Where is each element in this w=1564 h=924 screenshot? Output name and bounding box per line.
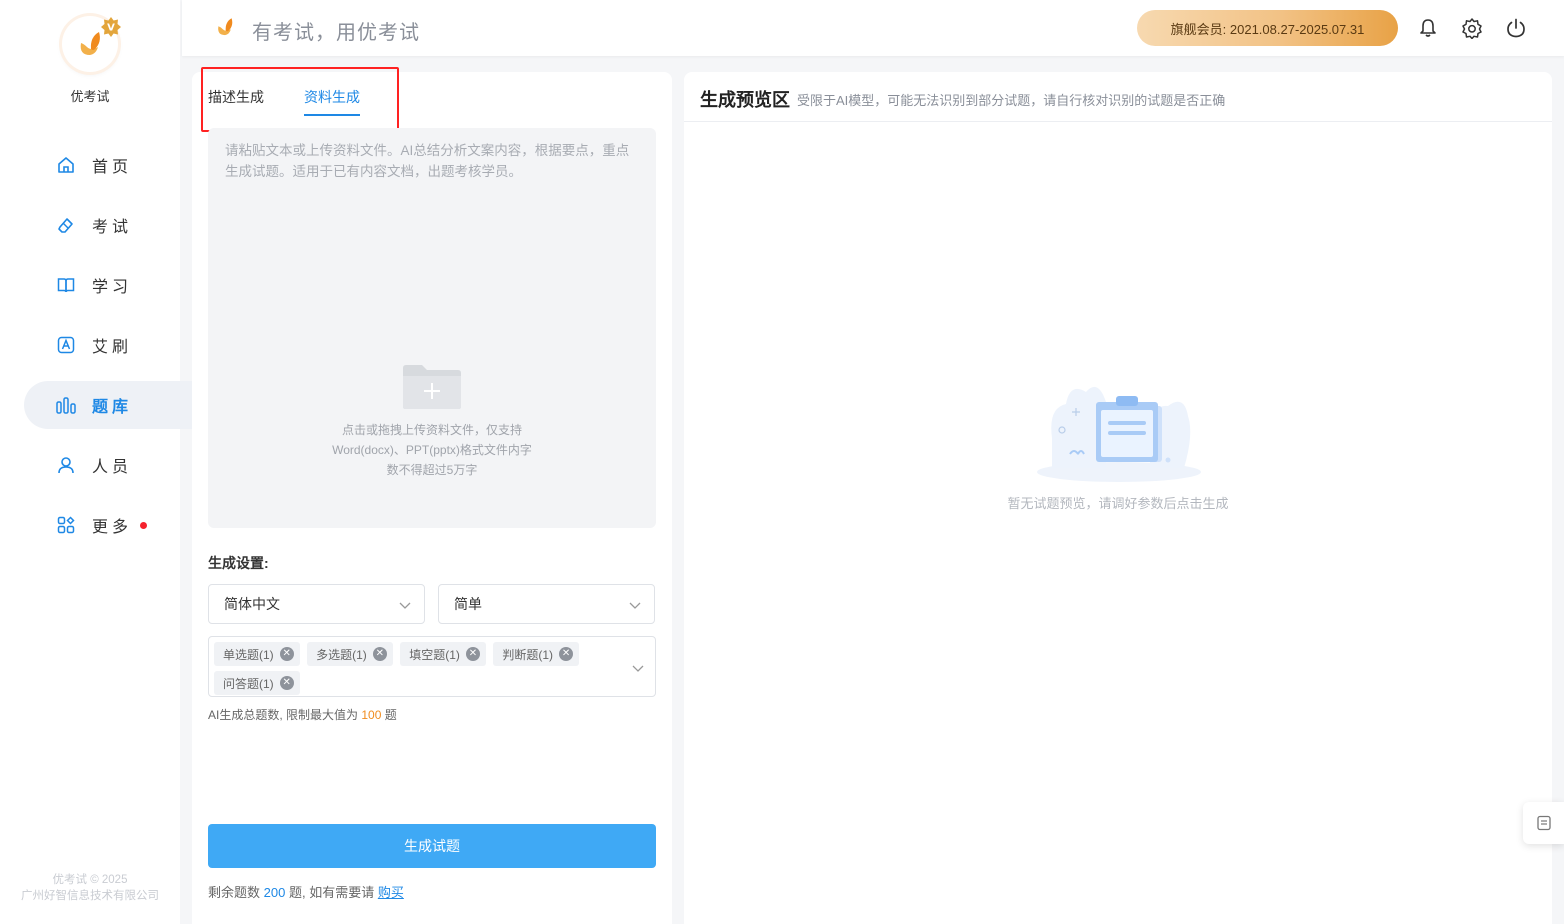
close-icon[interactable]: ✕: [372, 647, 387, 661]
grid-icon: [56, 515, 76, 535]
language-select[interactable]: 简体中文: [208, 584, 425, 624]
sidebar-item-label: 题库: [92, 399, 133, 416]
sidebar-item-question-bank[interactable]: 题库: [24, 381, 204, 429]
hint-line: 点击或拖拽上传资料文件，仅支持: [341, 423, 522, 437]
close-icon[interactable]: ✕: [559, 647, 574, 661]
user-icon: [56, 455, 76, 475]
preview-panel: 生成预览区 受限于AI模型，可能无法识别到部分试题，请自行核对识别的试题是否正确…: [684, 72, 1552, 924]
sidebar-item-exam[interactable]: 考试: [0, 201, 180, 249]
generate-tabs: 描述生成 资料生成: [201, 67, 400, 132]
remain-value: 200: [263, 885, 286, 900]
preview-subtitle: 受限于AI模型，可能无法识别到部分试题，请自行核对识别的试题是否正确: [797, 93, 1226, 108]
limit-note: AI生成总题数, 限制最大值为 100 题: [208, 706, 397, 723]
chevron-down-icon: [632, 665, 644, 672]
sidebar-item-aishua[interactable]: 艾刷: [0, 321, 180, 369]
vip-crown-icon: V: [101, 17, 121, 37]
generate-questions-button[interactable]: 生成试题: [208, 824, 656, 868]
difficulty-select-value: 简单: [454, 596, 482, 612]
remaining-count: 剩余题数 200 题, 如有需要请 购买: [208, 882, 404, 901]
chevron-down-icon: [629, 602, 641, 609]
copyright-line: 优考试 © 2025: [52, 874, 128, 886]
sidebar-item-label: 艾刷: [92, 339, 133, 356]
language-select-value: 简体中文: [224, 596, 280, 612]
sidebar-item-study[interactable]: 学习: [0, 261, 180, 309]
chip-label: 多选题(1): [316, 647, 367, 662]
settings-title: 生成设置:: [208, 555, 269, 571]
gear-icon[interactable]: [1461, 17, 1483, 39]
sidebar-item-more[interactable]: 更多: [0, 501, 180, 549]
limit-suffix: 题: [384, 708, 397, 722]
preview-header: 生成预览区 受限于AI模型，可能无法识别到部分试题，请自行核对识别的试题是否正确: [684, 72, 1552, 122]
tab-material-generate[interactable]: 资料生成: [304, 72, 360, 116]
remain-prefix: 剩余题数: [208, 885, 261, 900]
question-type-chip: 单选题(1) ✕: [214, 642, 300, 666]
buy-link[interactable]: 购买: [378, 885, 404, 900]
sidebar-item-home[interactable]: 首页: [0, 141, 180, 189]
leaf-logo-icon: [218, 18, 233, 36]
sidebar-nav: 首页 考试 学习 艾刷 题库 人员 更多: [0, 141, 204, 561]
membership-badge[interactable]: 旗舰会员: 2021.08.27-2025.07.31: [1137, 10, 1398, 46]
empty-preview-text: 暂无试题预览，请调好参数后点击生成: [1007, 496, 1229, 511]
question-type-chip: 填空题(1) ✕: [400, 642, 486, 666]
top-header: 有考试，用优考试 旗舰会员: 2021.08.27-2025.07.31: [182, 0, 1564, 56]
bell-icon[interactable]: [1417, 17, 1439, 39]
limit-prefix: AI生成总题数, 限制最大值为: [208, 708, 359, 722]
question-type-chip: 多选题(1) ✕: [307, 642, 393, 666]
chip-label: 单选题(1): [223, 647, 274, 662]
eraser-icon: [56, 215, 76, 235]
dropzone-hint: 点击或拖拽上传资料文件，仅支持 Word(docx)、PPT(pptx)格式文件…: [208, 420, 656, 480]
chevron-down-icon: [399, 602, 411, 609]
svg-text:V: V: [107, 23, 115, 34]
app-name: 优考试: [70, 89, 110, 104]
chip-label: 填空题(1): [409, 647, 460, 662]
copyright: 优考试 © 2025 广州好智信息技术有限公司: [0, 872, 180, 904]
hint-line: Word(docx)、PPT(pptx)格式文件内字: [332, 443, 532, 457]
difficulty-select[interactable]: 简单: [438, 584, 655, 624]
sidebar-item-label: 学习: [92, 279, 133, 296]
hint-line: 数不得超过5万字: [386, 463, 478, 477]
bar-chart-icon: [56, 395, 76, 415]
power-icon[interactable]: [1505, 17, 1527, 39]
company-name: 广州好智信息技术有限公司: [21, 890, 159, 902]
floating-notes-button[interactable]: [1523, 802, 1564, 844]
material-dropzone[interactable]: 请粘贴文本或上传资料文件。AI总结分析文案内容，根据要点，重点生成试题。适用于已…: [208, 128, 656, 528]
folder-add-icon[interactable]: [402, 364, 462, 410]
sidebar-item-label: 首页: [92, 159, 133, 176]
question-type-select[interactable]: 单选题(1) ✕ 多选题(1) ✕ 填空题(1) ✕ 判断题(1) ✕ 问答题(1) ✕: [208, 636, 656, 697]
empty-clipboard-icon: [1037, 386, 1201, 482]
remain-middle: 题, 如有需要请: [288, 885, 375, 900]
close-icon[interactable]: ✕: [465, 647, 480, 661]
header-slogan: 有考试，用优考试: [252, 22, 420, 44]
sidebar-item-label: 更多: [92, 519, 133, 536]
generate-panel: 描述生成 资料生成 请粘贴文本或上传资料文件。AI总结分析文案内容，根据要点，重…: [192, 67, 672, 924]
home-icon: [56, 155, 76, 175]
sidebar: V 优考试 首页 考试 学习 艾刷 题库 人员 更多 优考试 © 2025 广州…: [0, 0, 204, 924]
close-icon[interactable]: ✕: [279, 647, 294, 661]
sidebar-item-people[interactable]: 人员: [0, 441, 180, 489]
book-icon: [56, 275, 76, 295]
question-type-chip: 判断题(1) ✕: [493, 642, 580, 666]
tab-describe-generate[interactable]: 描述生成: [208, 72, 264, 116]
question-type-chip: 问答题(1) ✕: [214, 671, 300, 695]
preview-title: 生成预览区: [700, 90, 790, 110]
sidebar-item-label: 人员: [92, 459, 133, 476]
sidebar-item-label: 考试: [92, 219, 133, 236]
dropzone-placeholder: 请粘贴文本或上传资料文件。AI总结分析文案内容，根据要点，重点生成试题。适用于已…: [225, 143, 630, 179]
notification-dot: [140, 521, 148, 529]
limit-value: 100: [361, 708, 382, 722]
document-icon: [1536, 815, 1551, 831]
letter-a-icon: [56, 335, 76, 355]
close-icon[interactable]: ✕: [279, 676, 294, 690]
chip-label: 判断题(1): [502, 647, 554, 662]
chip-label: 问答题(1): [223, 676, 274, 691]
